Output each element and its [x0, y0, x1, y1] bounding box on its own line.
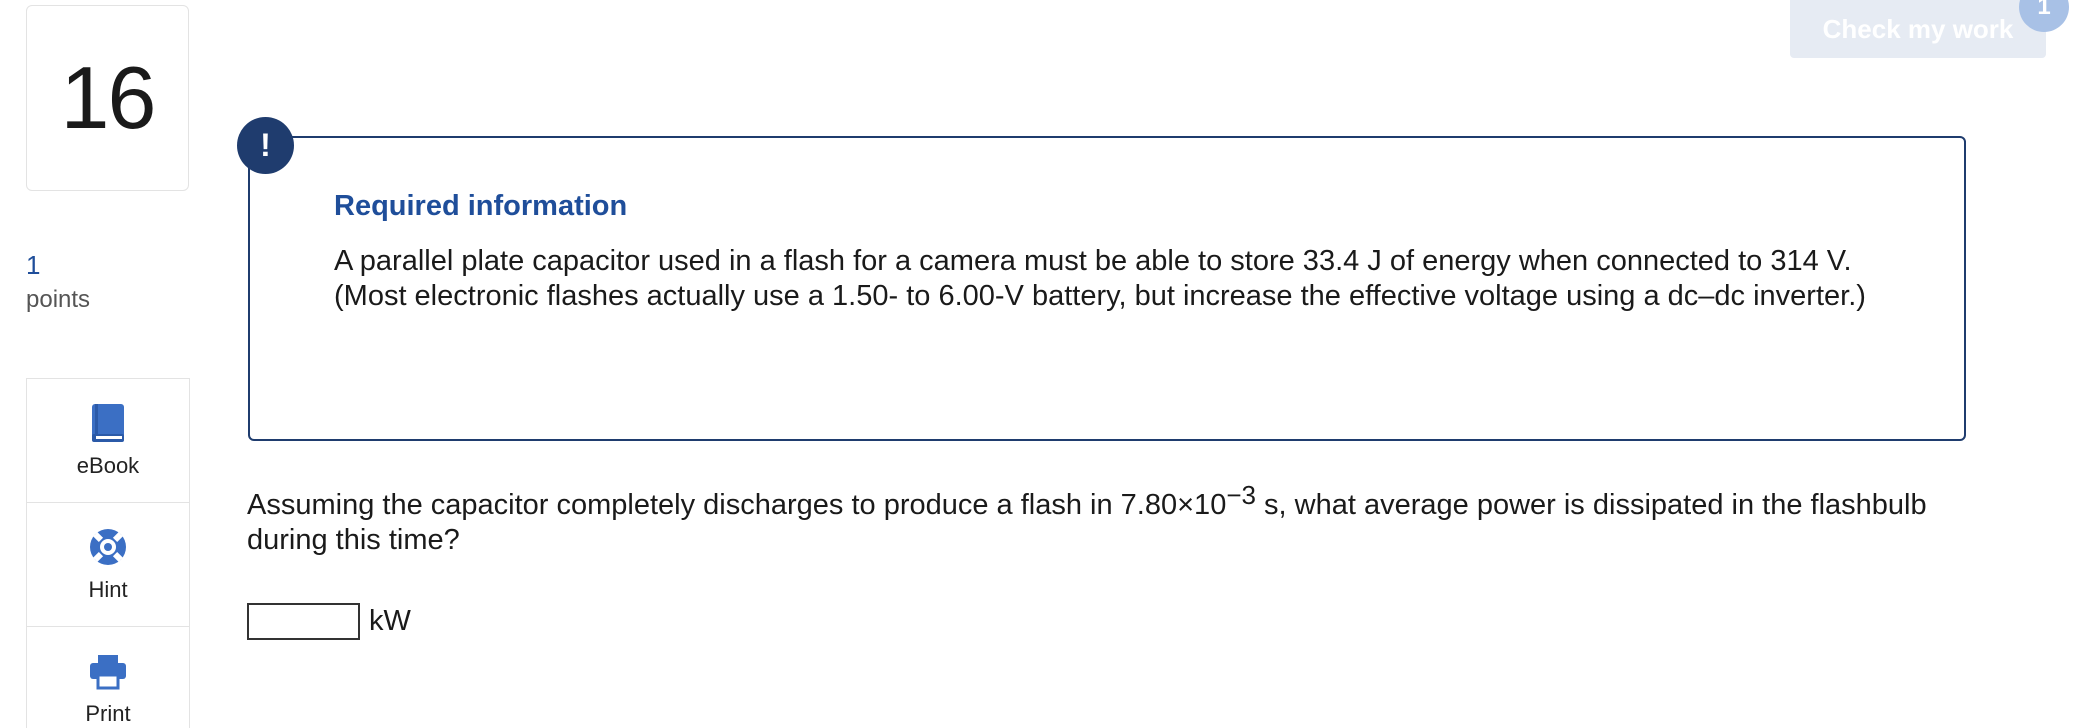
question-exponent: −3: [1226, 480, 1256, 510]
printer-icon: [88, 651, 128, 691]
print-button[interactable]: Print: [27, 627, 189, 728]
ebook-button[interactable]: eBook: [27, 379, 189, 503]
points-label: points: [26, 286, 91, 313]
required-info-title: Required information: [334, 190, 628, 222]
print-label: Print: [85, 700, 131, 726]
question-page: 16 1 points eBook Hint Print Check my wo…: [0, 0, 2100, 728]
question-number-box: 16: [26, 5, 189, 191]
question-prompt: Assuming the capacitor completely discha…: [247, 482, 1987, 558]
hint-label: Hint: [88, 576, 128, 602]
tools-panel: eBook Hint Print: [26, 378, 190, 728]
question-prompt-start: Assuming the capacitor completely discha…: [247, 489, 1227, 521]
answer-row: kW: [247, 603, 411, 640]
alert-icon: !: [237, 117, 294, 174]
points-value: 1: [26, 250, 41, 280]
hint-button[interactable]: Hint: [27, 503, 189, 627]
lifebuoy-icon: [88, 527, 128, 567]
ebook-label: eBook: [76, 452, 140, 478]
question-number: 16: [60, 48, 157, 147]
check-my-work-button[interactable]: Check my work: [1790, 0, 2046, 58]
book-icon: [88, 403, 128, 443]
power-answer-input[interactable]: [247, 603, 360, 640]
answer-unit: kW: [369, 605, 411, 637]
required-info-text: A parallel plate capacitor used in a fla…: [334, 245, 1866, 312]
